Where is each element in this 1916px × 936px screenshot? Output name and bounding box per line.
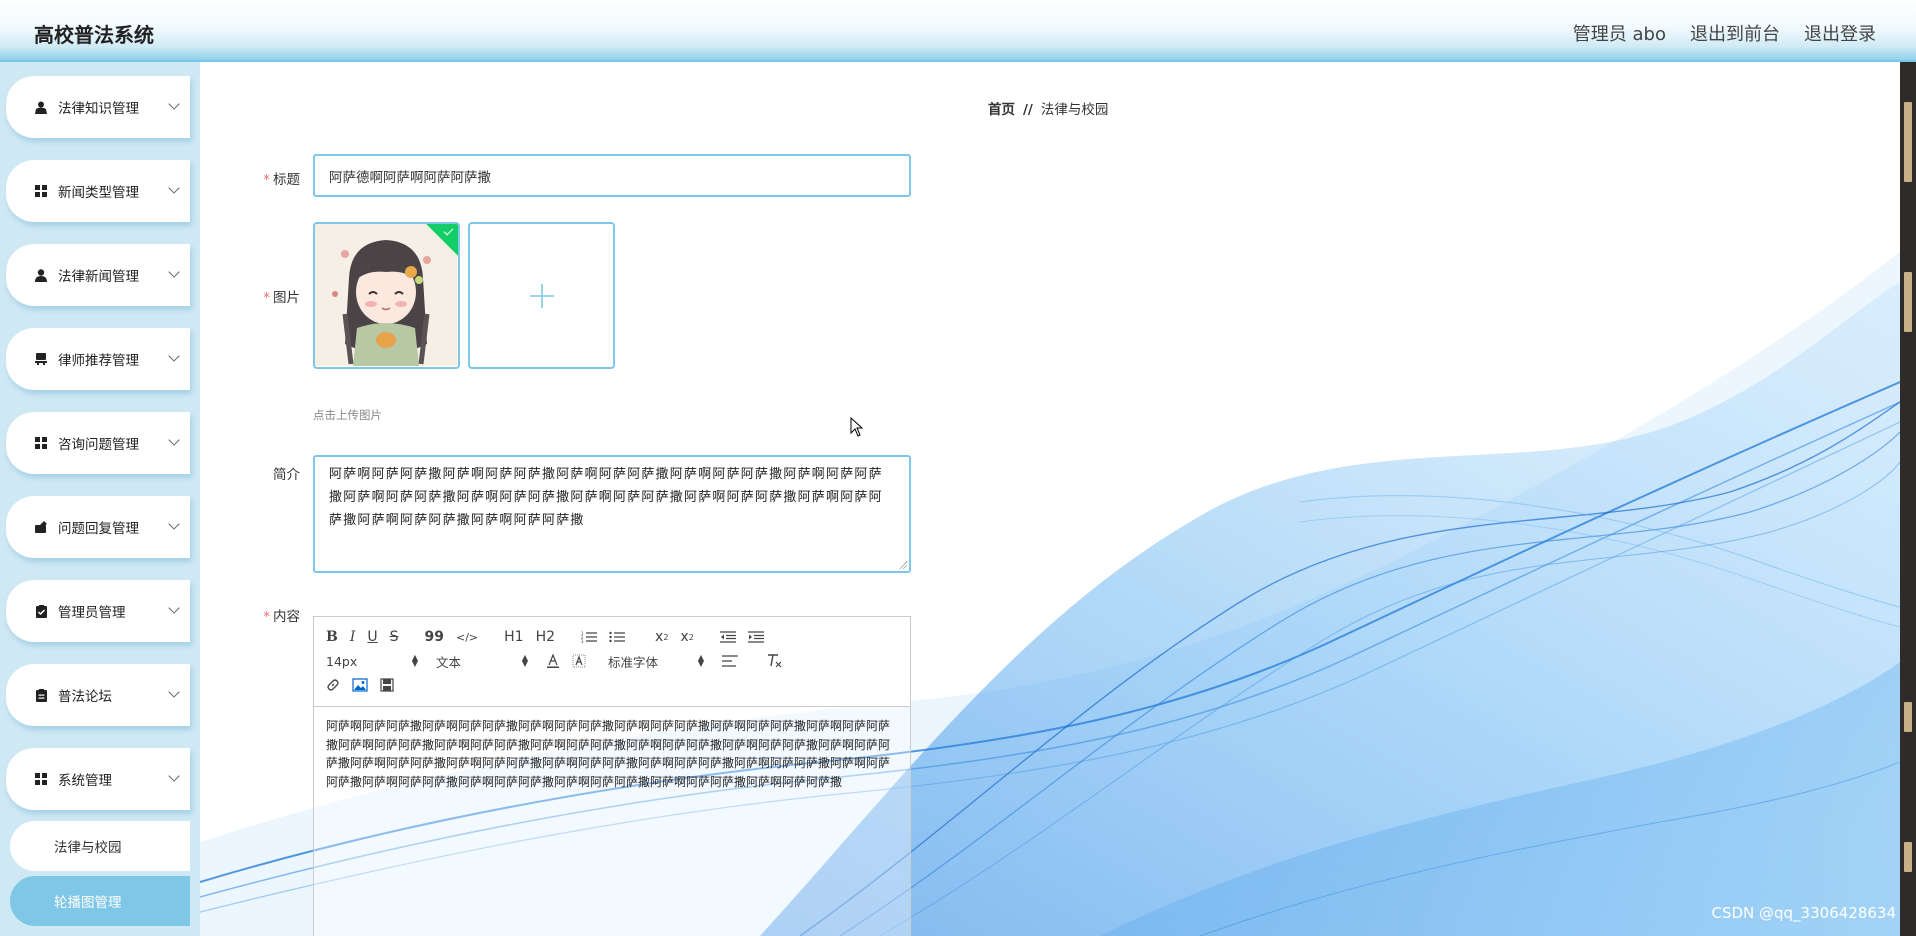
sidebar-item-news-type[interactable]: 新闻类型管理 xyxy=(6,160,190,222)
sidebar-item-label: 法律新闻管理 xyxy=(58,269,139,285)
sidebar: 法律知识管理 新闻类型管理 法律新闻管理 律师推荐管理 咨询问题管理 问题回复管… xyxy=(0,62,200,936)
upload-add-button[interactable] xyxy=(468,222,615,369)
chevron-down-icon xyxy=(168,602,180,614)
sidebar-item-lawyer-recommend[interactable]: 律师推荐管理 xyxy=(6,328,190,390)
uploaded-image-thumbnail[interactable] xyxy=(313,222,460,369)
anime-girl-image xyxy=(315,224,457,366)
font-family-select[interactable]: 标准字体 ▲ ▼ xyxy=(608,652,704,671)
editor-content-text: 阿萨啊阿萨阿萨撒阿萨啊阿萨阿萨撒阿萨啊阿萨阿萨撒阿萨啊阿萨阿萨撒阿萨啊阿萨阿萨撒… xyxy=(326,719,891,789)
editor-toolbar: B I U S 99 </> H1 H2 123 x2 x2 14px ▲ ▼ 文本… xyxy=(314,617,910,707)
logout-link[interactable]: 退出登录 xyxy=(1804,20,1876,46)
sidebar-subitem-label: 轮播图管理 xyxy=(54,895,122,911)
align-left-icon[interactable] xyxy=(722,651,738,671)
intro-textarea[interactable]: 阿萨啊阿萨阿萨撒阿萨啊阿萨阿萨撒阿萨啊阿萨阿萨撒阿萨啊阿萨阿萨撒阿萨啊阿萨阿萨撒… xyxy=(313,455,911,573)
sidebar-item-label: 法律知识管理 xyxy=(58,101,139,117)
strike-button[interactable]: S xyxy=(390,627,399,647)
content-field-label: * 内容 xyxy=(263,609,300,625)
user-tie-icon xyxy=(34,100,48,114)
superscript-button[interactable]: x2 xyxy=(680,627,693,647)
chevron-down-icon xyxy=(168,770,180,782)
top-header: 高校普法系统 管理员 abo 退出到前台 退出登录 xyxy=(0,0,1916,62)
sidebar-item-label: 普法论坛 xyxy=(58,689,112,705)
bullet-list-icon[interactable] xyxy=(609,627,626,647)
clear-format-icon[interactable] xyxy=(766,651,782,671)
clipboard-check-icon xyxy=(34,604,48,618)
sidebar-item-question-reply[interactable]: 问题回复管理 xyxy=(6,496,190,558)
main-content: 首页 // 法律与校园 *标题 *图片 xyxy=(200,62,1900,936)
chair-icon xyxy=(34,352,48,366)
sidebar-item-label: 系统管理 xyxy=(58,773,112,789)
title-input[interactable] xyxy=(313,154,911,197)
image-field-label: * 图片 xyxy=(263,290,300,306)
chevron-down-icon xyxy=(168,350,180,362)
title-field-label: * 标题 xyxy=(263,172,300,188)
blockquote-button[interactable]: 99 xyxy=(425,627,444,647)
text-color-icon[interactable] xyxy=(546,651,560,671)
plus-icon xyxy=(529,283,554,308)
breadcrumb-separator: // xyxy=(1023,102,1033,118)
sidebar-item-admin-manage[interactable]: 管理员管理 xyxy=(6,580,190,642)
chevron-down-icon xyxy=(168,518,180,530)
sidebar-subitem-label: 法律与校园 xyxy=(54,840,122,856)
chevron-down-icon xyxy=(168,686,180,698)
header1-button[interactable]: H1 xyxy=(504,627,523,647)
app-title: 高校普法系统 xyxy=(34,23,154,47)
grid-icon xyxy=(34,184,48,198)
sidebar-subitem-law-campus[interactable]: 法律与校园 xyxy=(10,821,190,871)
upload-tip: 点击上传图片 xyxy=(313,408,382,422)
reply-icon xyxy=(34,520,48,534)
intro-text: 阿萨啊阿萨阿萨撒阿萨啊阿萨阿萨撒阿萨啊阿萨阿萨撒阿萨啊阿萨阿萨撒阿萨啊阿萨阿萨撒… xyxy=(329,467,883,528)
editor-content-area[interactable]: 阿萨啊阿萨阿萨撒阿萨啊阿萨阿萨撒阿萨啊阿萨阿萨撒阿萨啊阿萨阿萨撒阿萨啊阿萨阿萨撒… xyxy=(314,707,910,936)
sidebar-item-label: 律师推荐管理 xyxy=(58,353,139,369)
header2-button[interactable]: H2 xyxy=(536,627,555,647)
breadcrumb-home[interactable]: 首页 xyxy=(988,102,1015,118)
header-select[interactable]: 文本 ▲ ▼ xyxy=(436,652,528,671)
chevron-down-icon xyxy=(168,182,180,194)
subscript-button[interactable]: x2 xyxy=(655,627,668,647)
resize-handle[interactable] xyxy=(899,561,907,569)
sidebar-subitem-carousel[interactable]: 轮播图管理 xyxy=(10,876,190,926)
intro-field-label: 简介 xyxy=(273,467,300,483)
italic-button[interactable]: I xyxy=(350,627,356,647)
sidebar-item-law-forum[interactable]: 普法论坛 xyxy=(6,664,190,726)
sidebar-item-law-news[interactable]: 法律新闻管理 xyxy=(6,244,190,306)
font-size-select[interactable]: 14px ▲ ▼ xyxy=(326,654,418,669)
indent-icon[interactable] xyxy=(747,627,764,647)
chevron-down-icon xyxy=(168,434,180,446)
grid-icon xyxy=(34,436,48,450)
sidebar-item-label: 管理员管理 xyxy=(58,605,126,621)
admin-user-label[interactable]: 管理员 abo xyxy=(1573,20,1666,46)
user-icon xyxy=(34,268,48,282)
exit-to-front-link[interactable]: 退出到前台 xyxy=(1690,20,1780,46)
video-icon[interactable] xyxy=(380,675,394,695)
image-icon[interactable] xyxy=(352,675,368,695)
clipboard-icon xyxy=(34,688,48,702)
underline-button[interactable]: U xyxy=(367,627,377,647)
window-edge xyxy=(1900,62,1916,936)
background-color-icon[interactable] xyxy=(572,651,586,671)
sidebar-item-label: 咨询问题管理 xyxy=(58,437,139,453)
outdent-icon[interactable] xyxy=(719,627,736,647)
grid-icon xyxy=(34,772,48,786)
watermark: CSDN @qq_3306428634 xyxy=(1711,904,1896,922)
header-actions: 管理员 abo 退出到前台 退出登录 xyxy=(1573,20,1876,46)
sidebar-item-consult-question[interactable]: 咨询问题管理 xyxy=(6,412,190,474)
breadcrumb: 首页 // 法律与校园 xyxy=(988,98,1108,118)
sidebar-item-label: 新闻类型管理 xyxy=(58,185,139,201)
chevron-down-icon xyxy=(168,98,180,110)
mouse-cursor-icon xyxy=(850,417,864,437)
chevron-down-icon xyxy=(168,266,180,278)
bold-button[interactable]: B xyxy=(326,627,338,647)
ordered-list-icon[interactable]: 123 xyxy=(581,627,598,647)
breadcrumb-current: 法律与校园 xyxy=(1040,102,1109,118)
code-block-button[interactable]: </> xyxy=(456,627,478,647)
rich-text-editor: B I U S 99 </> H1 H2 123 x2 x2 14px ▲ ▼ 文本… xyxy=(313,616,911,936)
sidebar-item-system-manage[interactable]: 系统管理 xyxy=(6,748,190,810)
sidebar-item-label: 问题回复管理 xyxy=(58,521,139,537)
link-icon[interactable] xyxy=(326,675,340,695)
sidebar-item-law-knowledge[interactable]: 法律知识管理 xyxy=(6,76,190,138)
svg-text:3: 3 xyxy=(581,639,584,643)
